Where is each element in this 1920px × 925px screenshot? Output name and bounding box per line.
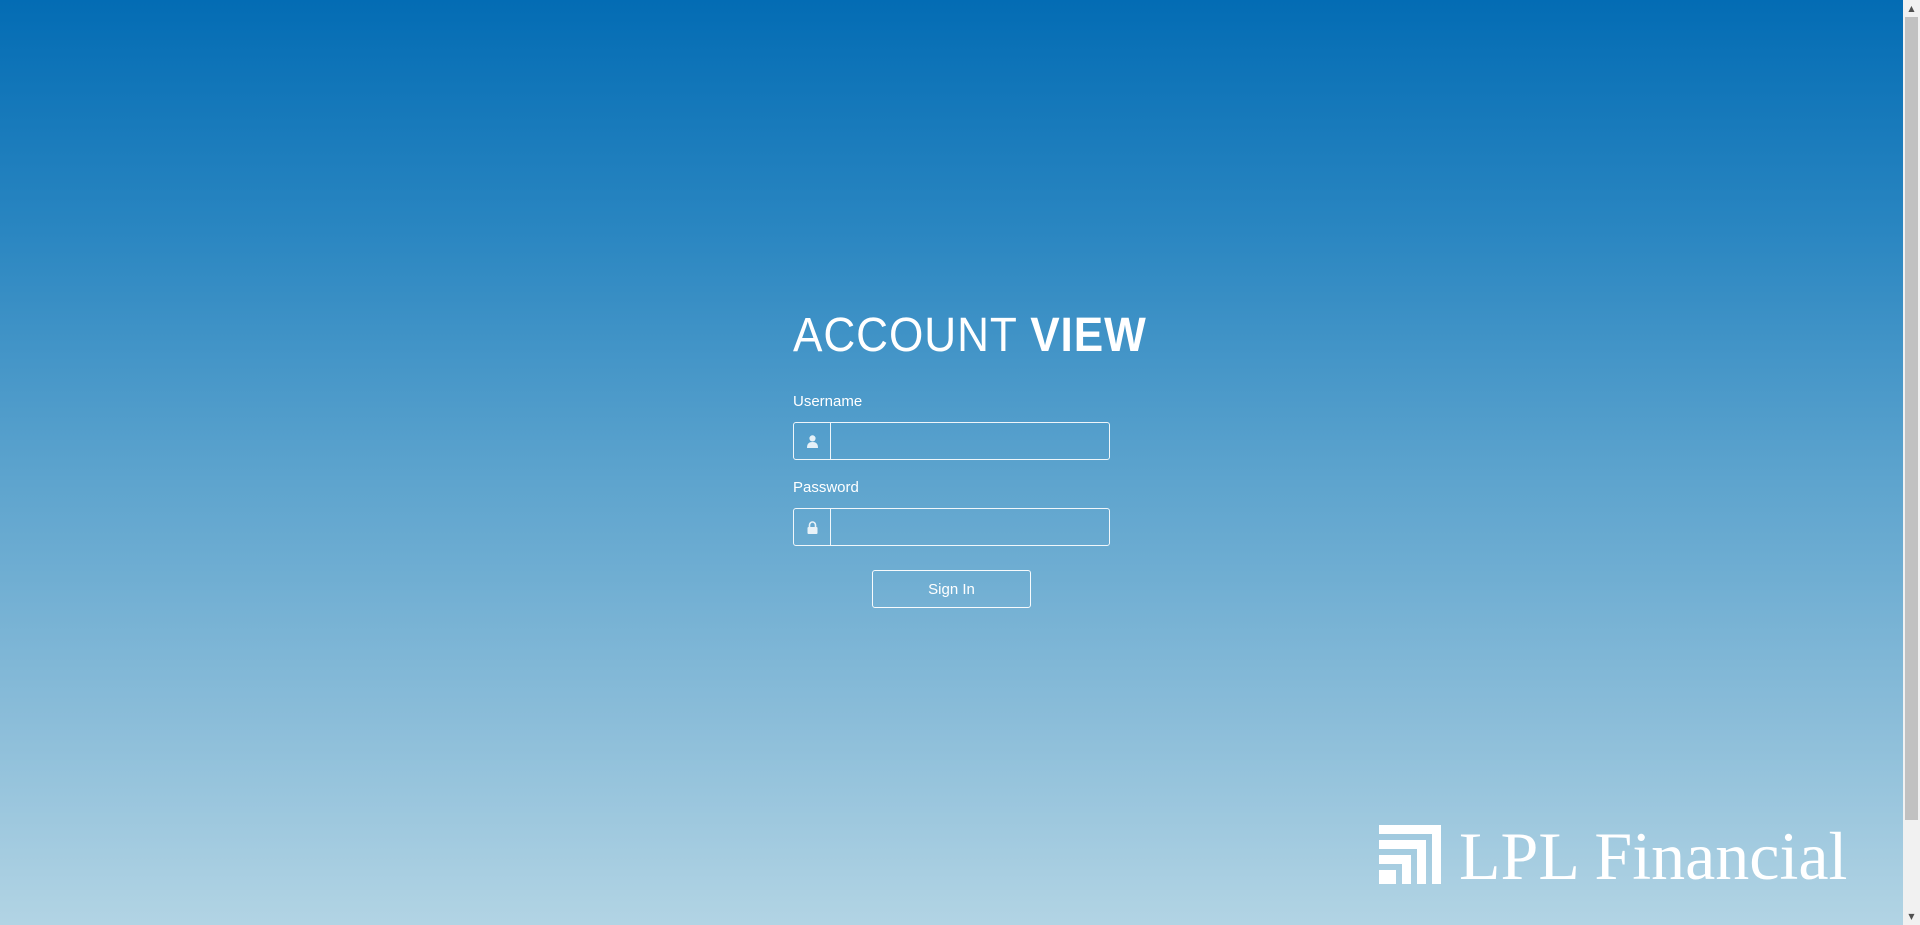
title-bold: VIEW — [1030, 309, 1147, 362]
scroll-thumb[interactable] — [1905, 17, 1918, 820]
username-label: Username — [793, 393, 863, 410]
password-input[interactable] — [831, 509, 1109, 545]
page-title: ACCOUNT VIEW — [793, 309, 1146, 362]
user-icon — [794, 423, 831, 459]
scroll-up-arrow-icon[interactable]: ▲ — [1903, 0, 1920, 17]
password-field-group — [793, 508, 1110, 546]
scroll-down-arrow-icon[interactable]: ▼ — [1903, 908, 1920, 925]
lpl-financial-logo: LPL Financial — [1379, 822, 1847, 890]
sign-in-button[interactable]: Sign In — [872, 570, 1031, 608]
lpl-logo-mark-icon — [1379, 825, 1441, 884]
username-field-group — [793, 422, 1110, 460]
username-input[interactable] — [831, 423, 1109, 459]
logo-text: LPL Financial — [1459, 818, 1848, 894]
password-label: Password — [793, 479, 859, 496]
login-page: ACCOUNT VIEW Username Password Sign In L… — [0, 0, 1920, 925]
vertical-scrollbar[interactable]: ▲ ▼ — [1903, 0, 1920, 925]
lock-icon — [794, 509, 831, 545]
title-light: ACCOUNT — [793, 309, 1017, 362]
login-form: ACCOUNT VIEW Username Password Sign In — [793, 300, 1146, 608]
